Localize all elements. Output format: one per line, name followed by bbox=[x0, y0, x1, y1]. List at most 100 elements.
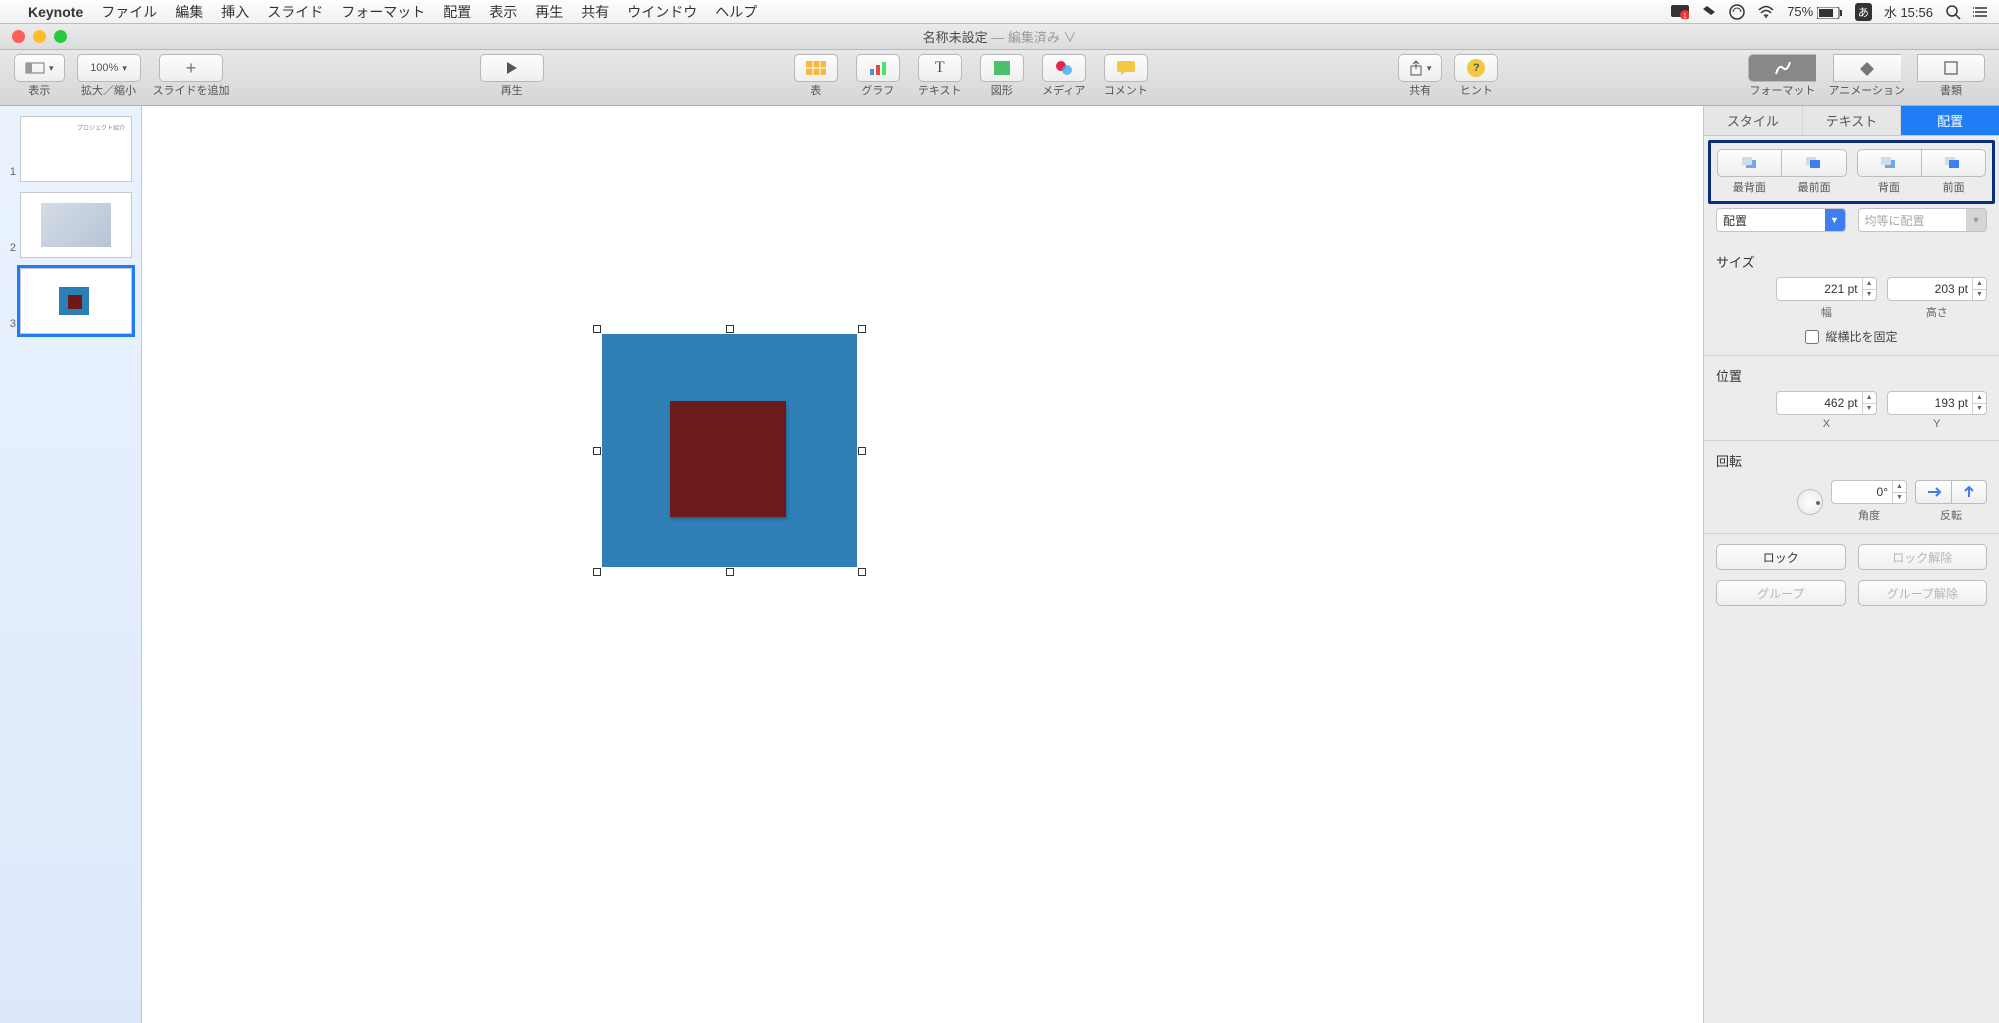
front-label: 最前面 bbox=[1782, 179, 1847, 195]
backward-icon bbox=[1879, 156, 1899, 170]
status-ime[interactable]: あ bbox=[1855, 3, 1872, 21]
edited-indicator[interactable]: — 編集済み ∨ bbox=[991, 30, 1076, 45]
shape-red-square[interactable] bbox=[670, 401, 786, 517]
toolbar-play[interactable]: 再生 bbox=[480, 54, 544, 98]
height-field[interactable]: 203 pt▲▼ bbox=[1887, 277, 1987, 301]
menu-file[interactable]: ファイル bbox=[101, 2, 157, 22]
x-stepper[interactable]: ▲▼ bbox=[1862, 392, 1876, 414]
toolbar-document[interactable]: 書類 bbox=[1917, 54, 1985, 98]
lock-ratio-checkbox[interactable] bbox=[1805, 330, 1819, 344]
toolbar-share[interactable]: ▾共有 bbox=[1398, 54, 1443, 98]
y-stepper[interactable]: ▲▼ bbox=[1972, 392, 1986, 414]
svg-text:1: 1 bbox=[1683, 13, 1687, 19]
group-button[interactable]: グループ bbox=[1716, 580, 1846, 606]
flip-vertical-button[interactable] bbox=[1951, 480, 1987, 504]
bring-forward-button[interactable] bbox=[1921, 149, 1986, 177]
slide-navigator[interactable]: 1 プロジェクト紹介 2 3 bbox=[0, 106, 142, 1023]
angle-field[interactable]: 0°▲▼ bbox=[1831, 480, 1907, 504]
x-field[interactable]: 462 pt▲▼ bbox=[1776, 391, 1876, 415]
rotation-dial[interactable] bbox=[1797, 489, 1823, 515]
bring-front-icon bbox=[1804, 156, 1824, 170]
handle-bm[interactable] bbox=[726, 568, 734, 576]
handle-bl[interactable] bbox=[593, 568, 601, 576]
menu-window[interactable]: ウインドウ bbox=[627, 2, 697, 22]
toolbar-hint[interactable]: ?ヒント bbox=[1454, 54, 1498, 98]
toolbar-media[interactable]: メディア bbox=[1042, 54, 1086, 98]
share-icon bbox=[1409, 60, 1423, 76]
toolbar-table[interactable]: 表 bbox=[794, 54, 838, 98]
lock-button[interactable]: ロック bbox=[1716, 544, 1846, 570]
toolbar-text[interactable]: Tテキスト bbox=[918, 54, 962, 98]
menu-insert[interactable]: 挿入 bbox=[221, 2, 249, 22]
back-label: 最背面 bbox=[1717, 179, 1782, 195]
send-to-back-button[interactable] bbox=[1717, 149, 1781, 177]
status-battery[interactable]: 75% bbox=[1787, 4, 1843, 19]
toolbar-comment[interactable]: コメント bbox=[1104, 54, 1148, 98]
view-icon bbox=[25, 61, 45, 75]
distribute-dropdown[interactable]: 均等に配置▼ bbox=[1858, 208, 1988, 232]
minimize-button[interactable] bbox=[33, 30, 46, 43]
menu-format[interactable]: フォーマット bbox=[341, 2, 425, 22]
toolbar-shape[interactable]: 図形 bbox=[980, 54, 1024, 98]
inspector-tab-text[interactable]: テキスト bbox=[1803, 106, 1902, 135]
inspector-tab-arrange[interactable]: 配置 bbox=[1901, 106, 1999, 135]
handle-tl[interactable] bbox=[593, 325, 601, 333]
menu-arrange[interactable]: 配置 bbox=[443, 2, 471, 22]
menu-play[interactable]: 再生 bbox=[535, 2, 563, 22]
height-label: 高さ bbox=[1926, 304, 1948, 320]
status-dropbox-icon[interactable] bbox=[1701, 4, 1717, 20]
width-field[interactable]: 221 pt▲▼ bbox=[1776, 277, 1876, 301]
handle-tr[interactable] bbox=[858, 325, 866, 333]
document-title[interactable]: 名称未設定 — 編集済み ∨ bbox=[923, 27, 1077, 46]
menu-slide[interactable]: スライド bbox=[267, 2, 323, 22]
chevron-down-icon: ▼ bbox=[1825, 209, 1845, 231]
spotlight-icon[interactable] bbox=[1945, 3, 1961, 20]
thumb-text: プロジェクト紹介 bbox=[77, 123, 125, 132]
angle-stepper[interactable]: ▲▼ bbox=[1892, 481, 1906, 503]
handle-tm[interactable] bbox=[726, 325, 734, 333]
toolbar: ▾ 表示 100%▾ 拡大／縮小 + スライドを追加 再生 表 グラフ Tテキス… bbox=[0, 50, 1999, 106]
toolbar-zoom[interactable]: 100%▾ 拡大／縮小 bbox=[77, 54, 141, 98]
toolbar-chart[interactable]: グラフ bbox=[856, 54, 900, 98]
y-field[interactable]: 193 pt▲▼ bbox=[1887, 391, 1987, 415]
slide-thumb-2[interactable]: 2 bbox=[0, 188, 141, 264]
handle-ml[interactable] bbox=[593, 447, 601, 455]
handle-br[interactable] bbox=[858, 568, 866, 576]
menu-share[interactable]: 共有 bbox=[581, 2, 609, 22]
align-dropdown[interactable]: 配置▼ bbox=[1716, 208, 1846, 232]
unlock-button[interactable]: ロック解除 bbox=[1858, 544, 1988, 570]
annotation-highlight: 最背面最前面 背面前面 bbox=[1708, 140, 1995, 204]
slide-thumb-1[interactable]: 1 プロジェクト紹介 bbox=[0, 112, 141, 188]
send-back-icon bbox=[1740, 156, 1760, 170]
toolbar-format[interactable]: フォーマット bbox=[1748, 54, 1816, 98]
height-stepper[interactable]: ▲▼ bbox=[1972, 278, 1986, 300]
slide-number: 3 bbox=[6, 318, 16, 334]
handle-mr[interactable] bbox=[858, 447, 866, 455]
menu-help[interactable]: ヘルプ bbox=[715, 2, 757, 22]
send-backward-button[interactable] bbox=[1857, 149, 1921, 177]
ungroup-button[interactable]: グループ解除 bbox=[1858, 580, 1988, 606]
zoom-button[interactable] bbox=[54, 30, 67, 43]
comment-icon bbox=[1117, 61, 1135, 75]
toolbar-view[interactable]: ▾ 表示 bbox=[14, 54, 65, 98]
inspector-tab-style[interactable]: スタイル bbox=[1704, 106, 1803, 135]
width-stepper[interactable]: ▲▼ bbox=[1862, 278, 1876, 300]
flip-horizontal-button[interactable] bbox=[1915, 480, 1951, 504]
toolbar-add-slide[interactable]: + スライドを追加 bbox=[153, 54, 230, 98]
media-icon bbox=[1055, 60, 1073, 76]
status-mail-icon[interactable]: 1 bbox=[1671, 4, 1689, 20]
bring-to-front-button[interactable] bbox=[1781, 149, 1846, 177]
app-name[interactable]: Keynote bbox=[28, 4, 83, 20]
status-sync-icon[interactable] bbox=[1729, 3, 1745, 20]
slide-canvas[interactable] bbox=[142, 106, 1703, 1023]
close-button[interactable] bbox=[12, 30, 25, 43]
flip-v-icon bbox=[1963, 485, 1975, 499]
slide-thumb-3[interactable]: 3 bbox=[0, 264, 141, 340]
size-label: サイズ bbox=[1716, 252, 1987, 271]
toolbar-animation[interactable]: アニメーション bbox=[1828, 54, 1905, 98]
menu-view[interactable]: 表示 bbox=[489, 2, 517, 22]
status-wifi-icon[interactable] bbox=[1757, 4, 1775, 20]
status-clock[interactable]: 水 15:56 bbox=[1884, 2, 1933, 21]
menu-edit[interactable]: 編集 bbox=[175, 2, 203, 22]
menu-extras-icon[interactable] bbox=[1973, 4, 1989, 20]
